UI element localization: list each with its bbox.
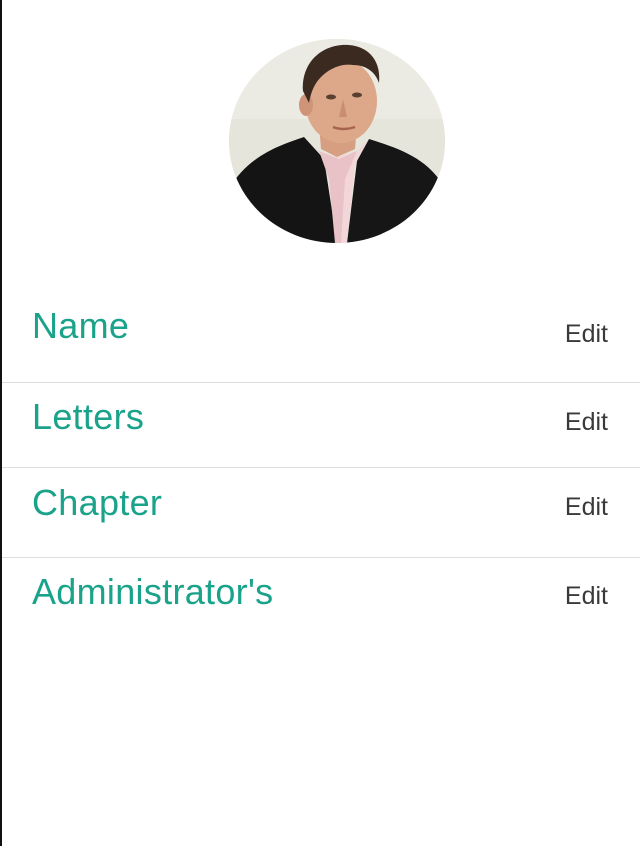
profile-fields-list: Name Edit Letters Edit Chapter Edit Admi… [2, 292, 640, 648]
edit-chapter-button[interactable]: Edit [565, 495, 608, 520]
profile-photo-image [229, 39, 445, 243]
field-label-chapter: Chapter [32, 482, 163, 523]
edit-administrators-button[interactable]: Edit [565, 584, 608, 609]
edit-name-button[interactable]: Edit [565, 322, 608, 347]
profile-avatar[interactable] [229, 39, 445, 243]
field-row-letters[interactable]: Letters Edit [2, 383, 640, 468]
field-row-chapter[interactable]: Chapter Edit [2, 468, 640, 558]
field-label-name: Name [32, 305, 130, 346]
field-row-name[interactable]: Name Edit [2, 292, 640, 383]
field-row-administrators[interactable]: Administrator's Edit [2, 558, 640, 648]
field-label-letters: Letters [32, 396, 145, 437]
field-label-administrators: Administrator's [32, 571, 274, 612]
edit-letters-button[interactable]: Edit [565, 410, 608, 435]
